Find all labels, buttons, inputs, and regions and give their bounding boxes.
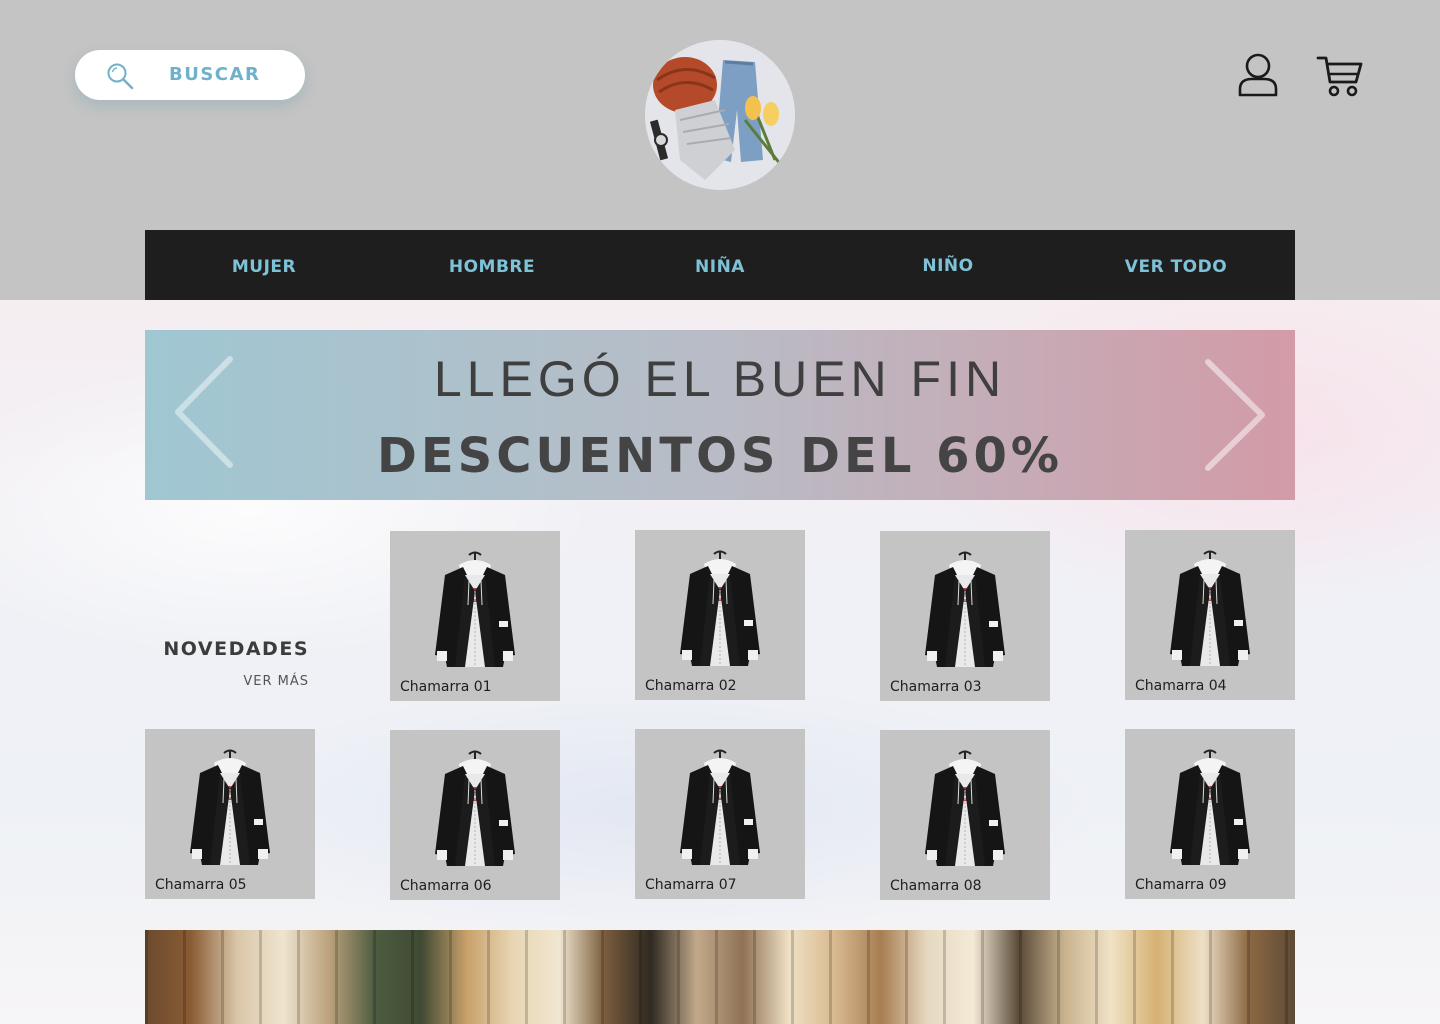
site-header: BUSCAR MUJER HOMBRE NIÑA NIÑO VER TODO [0,0,1440,300]
user-icon[interactable] [1236,52,1280,98]
nav-item-ver-todo[interactable]: VER TODO [1061,257,1291,277]
section-title: NOVEDADES [163,638,309,660]
jacket-image [1170,749,1250,865]
chevron-right-icon[interactable] [1200,358,1270,472]
product-card[interactable]: Chamarra 06 [390,730,560,900]
store-logo[interactable] [645,40,795,190]
product-card[interactable]: Chamarra 04 [1125,530,1295,700]
product-card[interactable]: Chamarra 05 [145,729,315,899]
product-card[interactable]: Chamarra 09 [1125,729,1295,899]
banner-headline: LLEGÓ EL BUEN FIN [433,351,1007,407]
product-name: Chamarra 03 [890,679,982,695]
search-label: BUSCAR [169,64,261,85]
banner-subheadline: DESCUENTOS DEL 60% [376,428,1063,484]
clothing-rack-photo [145,930,1295,1024]
jacket-image [435,750,515,866]
cart-icon[interactable] [1316,54,1364,98]
jacket-image [1170,550,1250,666]
product-card[interactable]: Chamarra 02 [635,530,805,700]
jacket-image [925,750,1005,866]
chevron-left-icon[interactable] [170,355,240,469]
jacket-image [190,749,270,865]
product-name: Chamarra 09 [1135,877,1227,893]
nav-item-mujer[interactable]: MUJER [149,257,379,277]
product-name: Chamarra 05 [155,877,247,893]
product-name: Chamarra 01 [400,679,492,695]
nav-item-nino[interactable]: NIÑO [833,256,1063,276]
product-name: Chamarra 02 [645,678,737,694]
jacket-image [925,551,1005,667]
logo-image [645,40,795,190]
product-card[interactable]: Chamarra 07 [635,729,805,899]
product-card[interactable]: Chamarra 08 [880,730,1050,900]
see-more-link[interactable]: VER MÁS [145,674,309,689]
search-button[interactable]: BUSCAR [75,50,305,100]
search-icon [107,63,134,90]
product-name: Chamarra 06 [400,878,492,894]
nav-item-hombre[interactable]: HOMBRE [377,257,607,277]
jacket-image [680,550,760,666]
product-name: Chamarra 07 [645,877,737,893]
product-card[interactable]: Chamarra 01 [390,531,560,701]
jacket-image [680,749,760,865]
main-nav: MUJER HOMBRE NIÑA NIÑO VER TODO [145,230,1295,300]
product-name: Chamarra 04 [1135,678,1227,694]
product-card[interactable]: Chamarra 03 [880,531,1050,701]
nav-item-nina[interactable]: NIÑA [605,257,835,277]
photo-shading [145,930,1295,1024]
jacket-image [435,551,515,667]
product-name: Chamarra 08 [890,878,982,894]
